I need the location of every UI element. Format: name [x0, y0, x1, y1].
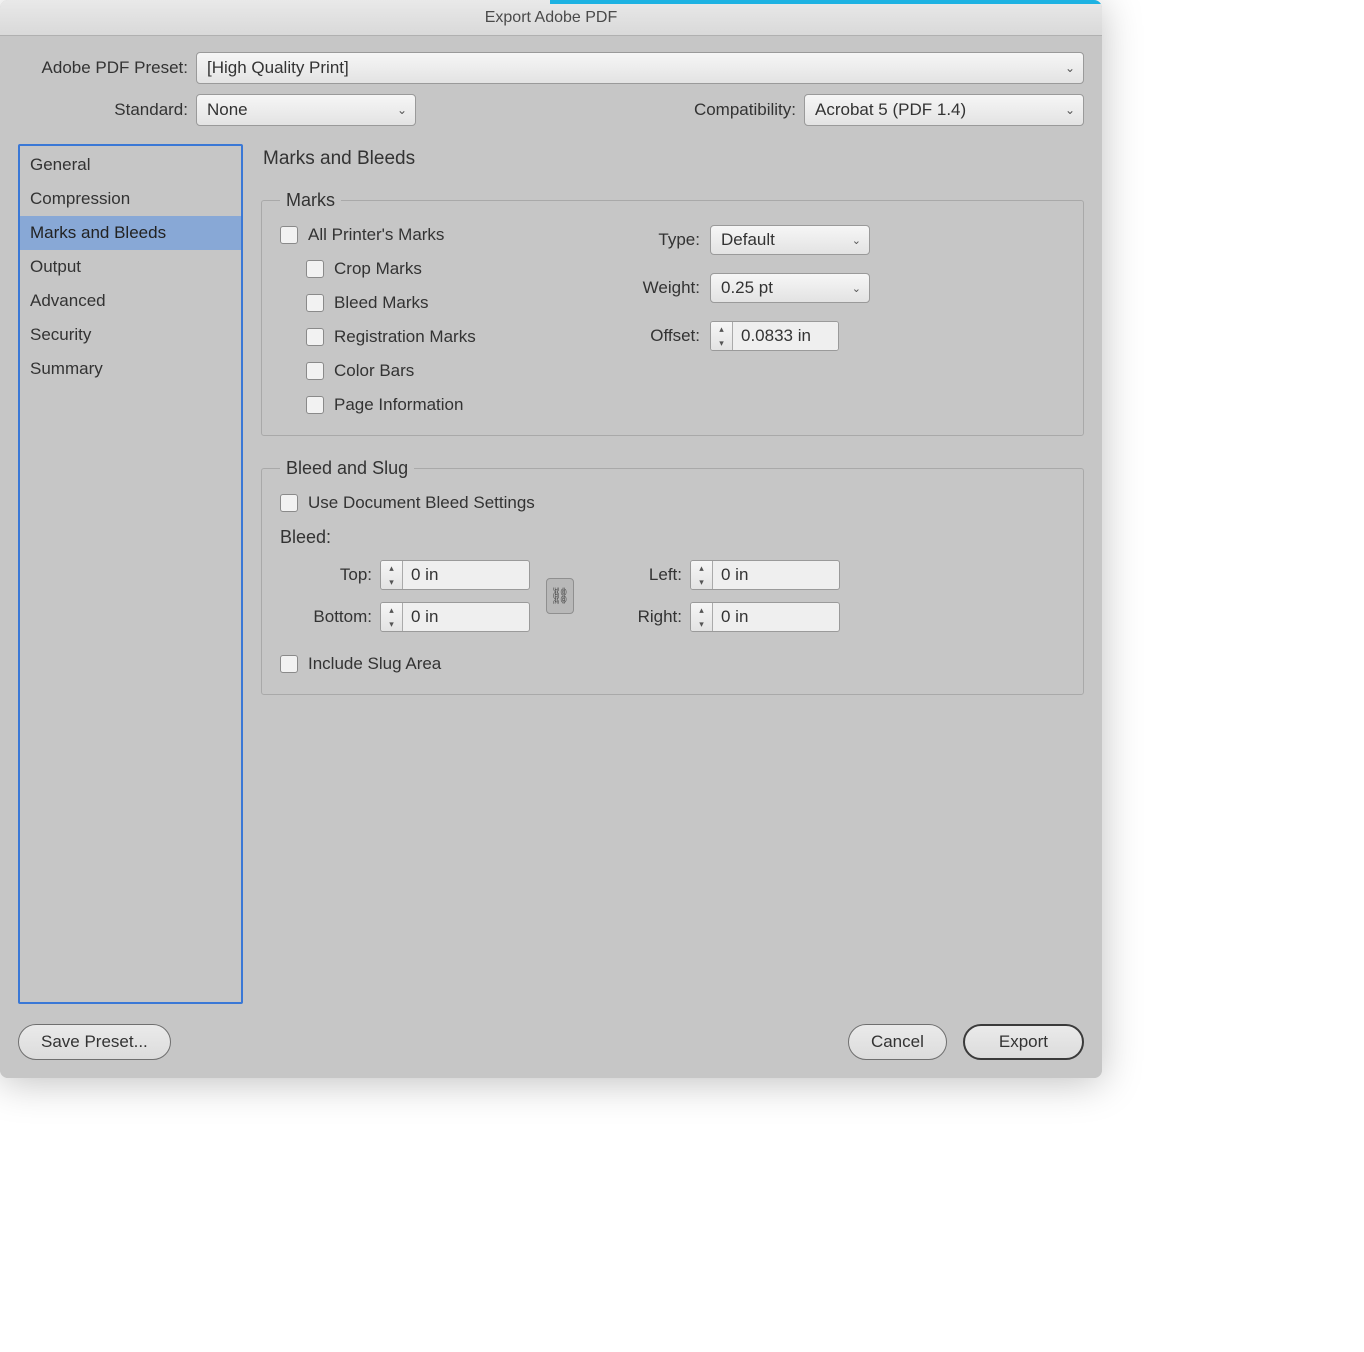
sidebar-item-security[interactable]: Security: [20, 318, 241, 352]
bleed-right-value[interactable]: 0 in: [713, 603, 798, 631]
chevron-down-icon: ⌄: [397, 103, 407, 117]
weight-value: 0.25 pt: [721, 278, 773, 298]
marks-group: Marks All Printer's Marks Crop Marks: [261, 190, 1084, 436]
standard-label: Standard:: [18, 100, 196, 120]
standard-select[interactable]: None ⌄: [196, 94, 416, 126]
preset-value: [High Quality Print]: [207, 58, 349, 78]
compat-select[interactable]: Acrobat 5 (PDF 1.4) ⌄: [804, 94, 1084, 126]
compat-label: Compatibility:: [694, 100, 804, 120]
chevron-down-icon: ⌄: [1065, 61, 1075, 75]
bleed-left-input[interactable]: ▴▾ 0 in: [690, 560, 840, 590]
bleed-left-stepper[interactable]: ▴▾: [691, 561, 713, 589]
offset-input[interactable]: ▴▾ 0.0833 in: [710, 321, 839, 351]
bleed-left-value[interactable]: 0 in: [713, 561, 798, 589]
marks-legend: Marks: [280, 190, 341, 211]
weight-select[interactable]: 0.25 pt ⌄: [710, 273, 870, 303]
type-select[interactable]: Default ⌄: [710, 225, 870, 255]
panel-title: Marks and Bleeds: [261, 148, 1084, 170]
sidebar-item-compression[interactable]: Compression: [20, 182, 241, 216]
sidebar-item-marks-bleeds[interactable]: Marks and Bleeds: [20, 216, 241, 250]
type-value: Default: [721, 230, 775, 250]
titlebar: Export Adobe PDF: [0, 0, 1102, 36]
export-button[interactable]: Export: [963, 1024, 1084, 1060]
color-bars-checkbox[interactable]: [306, 362, 324, 380]
registration-marks-checkbox[interactable]: [306, 328, 324, 346]
bleed-right-stepper[interactable]: ▴▾: [691, 603, 713, 631]
category-sidebar: General Compression Marks and Bleeds Out…: [18, 144, 243, 1004]
bleed-right-label: Right:: [590, 607, 690, 627]
standard-value: None: [207, 100, 248, 120]
weight-label: Weight:: [630, 278, 710, 298]
bleed-top-label: Top:: [280, 565, 380, 585]
titlebar-accent: [550, 0, 1102, 4]
bleed-left-label: Left:: [590, 565, 690, 585]
window-title: Export Adobe PDF: [485, 9, 618, 27]
cancel-button[interactable]: Cancel: [848, 1024, 947, 1060]
bleed-marks-label: Bleed Marks: [334, 293, 428, 313]
page-info-label: Page Information: [334, 395, 463, 415]
chevron-down-icon: ⌄: [852, 282, 861, 295]
bleed-top-input[interactable]: ▴▾ 0 in: [380, 560, 530, 590]
bleed-top-value[interactable]: 0 in: [403, 561, 488, 589]
chevron-down-icon: ⌄: [1065, 103, 1075, 117]
bleed-bottom-label: Bottom:: [280, 607, 380, 627]
sidebar-item-output[interactable]: Output: [20, 250, 241, 284]
color-bars-label: Color Bars: [334, 361, 414, 381]
bleed-bottom-value[interactable]: 0 in: [403, 603, 488, 631]
crop-marks-checkbox[interactable]: [306, 260, 324, 278]
save-preset-button[interactable]: Save Preset...: [18, 1024, 171, 1060]
link-icon: ⛓: [550, 586, 570, 606]
offset-stepper[interactable]: ▴▾: [711, 322, 733, 350]
all-marks-label: All Printer's Marks: [308, 225, 444, 245]
compat-value: Acrobat 5 (PDF 1.4): [815, 100, 966, 120]
preset-label: Adobe PDF Preset:: [18, 58, 196, 78]
bleed-group: Bleed and Slug Use Document Bleed Settin…: [261, 458, 1084, 695]
bleed-legend: Bleed and Slug: [280, 458, 414, 479]
bleed-bottom-stepper[interactable]: ▴▾: [381, 603, 403, 631]
bleed-marks-checkbox[interactable]: [306, 294, 324, 312]
export-pdf-dialog: Export Adobe PDF Adobe PDF Preset: [High…: [0, 0, 1102, 1078]
include-slug-label: Include Slug Area: [308, 654, 441, 674]
sidebar-item-general[interactable]: General: [20, 148, 241, 182]
all-marks-checkbox[interactable]: [280, 226, 298, 244]
use-doc-bleed-checkbox[interactable]: [280, 494, 298, 512]
use-doc-bleed-label: Use Document Bleed Settings: [308, 493, 535, 513]
registration-marks-label: Registration Marks: [334, 327, 476, 347]
bleed-bottom-input[interactable]: ▴▾ 0 in: [380, 602, 530, 632]
type-label: Type:: [630, 230, 710, 250]
offset-value[interactable]: 0.0833 in: [733, 322, 838, 350]
sidebar-item-advanced[interactable]: Advanced: [20, 284, 241, 318]
preset-select[interactable]: [High Quality Print] ⌄: [196, 52, 1084, 84]
include-slug-checkbox[interactable]: [280, 655, 298, 673]
crop-marks-label: Crop Marks: [334, 259, 422, 279]
bleed-top-stepper[interactable]: ▴▾: [381, 561, 403, 589]
bleed-section-label: Bleed:: [280, 527, 1065, 548]
offset-label: Offset:: [630, 326, 710, 346]
chevron-down-icon: ⌄: [852, 234, 861, 247]
bleed-right-input[interactable]: ▴▾ 0 in: [690, 602, 840, 632]
sidebar-item-summary[interactable]: Summary: [20, 352, 241, 386]
link-bleed-button[interactable]: ⛓: [546, 578, 574, 614]
page-info-checkbox[interactable]: [306, 396, 324, 414]
